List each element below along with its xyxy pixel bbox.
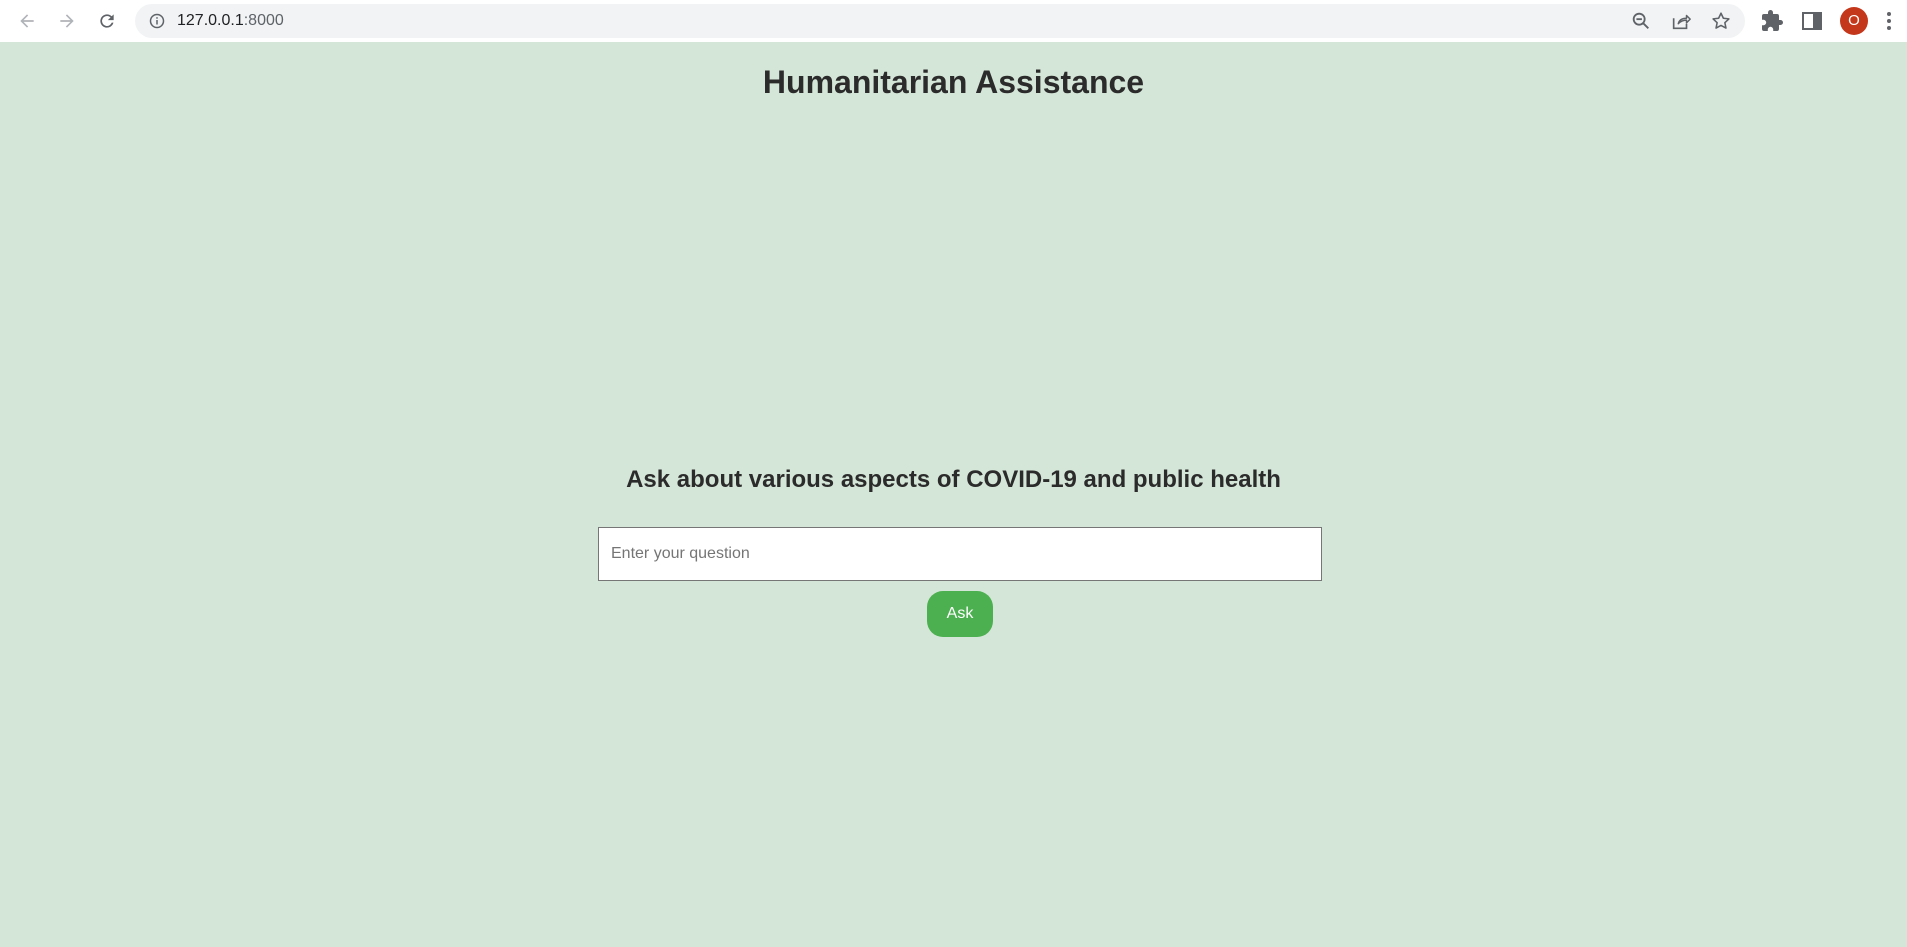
info-icon[interactable] bbox=[149, 13, 165, 29]
share-icon[interactable] bbox=[1670, 10, 1692, 32]
arrow-right-icon bbox=[60, 14, 74, 28]
reload-button[interactable] bbox=[91, 5, 123, 37]
profile-avatar[interactable]: O bbox=[1840, 7, 1868, 35]
browser-toolbar: 127.0.0.1:8000 O bbox=[0, 0, 1907, 42]
page-title: Humanitarian Assistance bbox=[762, 64, 1145, 100]
address-bar[interactable]: 127.0.0.1:8000 bbox=[135, 4, 1745, 38]
arrow-left-icon bbox=[20, 14, 34, 28]
ask-button[interactable]: Ask bbox=[927, 591, 993, 637]
side-panel-icon[interactable] bbox=[1800, 9, 1824, 33]
forward-button[interactable] bbox=[51, 5, 83, 37]
zoom-out-icon[interactable] bbox=[1630, 10, 1652, 32]
question-input[interactable] bbox=[598, 527, 1322, 581]
reload-icon bbox=[100, 14, 114, 28]
prompt-heading: Ask about various aspects of COVID-19 an… bbox=[626, 466, 1281, 493]
url-port: :8000 bbox=[243, 12, 284, 29]
url-host: 127.0.0.1 bbox=[177, 12, 244, 29]
url-text[interactable]: 127.0.0.1:8000 bbox=[177, 4, 284, 38]
puzzle-icon[interactable] bbox=[1760, 9, 1784, 33]
kebab-menu-icon[interactable] bbox=[1881, 9, 1897, 33]
back-button[interactable] bbox=[11, 5, 43, 37]
page-content: Humanitarian Assistance Ask about variou… bbox=[0, 42, 1907, 947]
star-icon[interactable] bbox=[1710, 10, 1732, 32]
